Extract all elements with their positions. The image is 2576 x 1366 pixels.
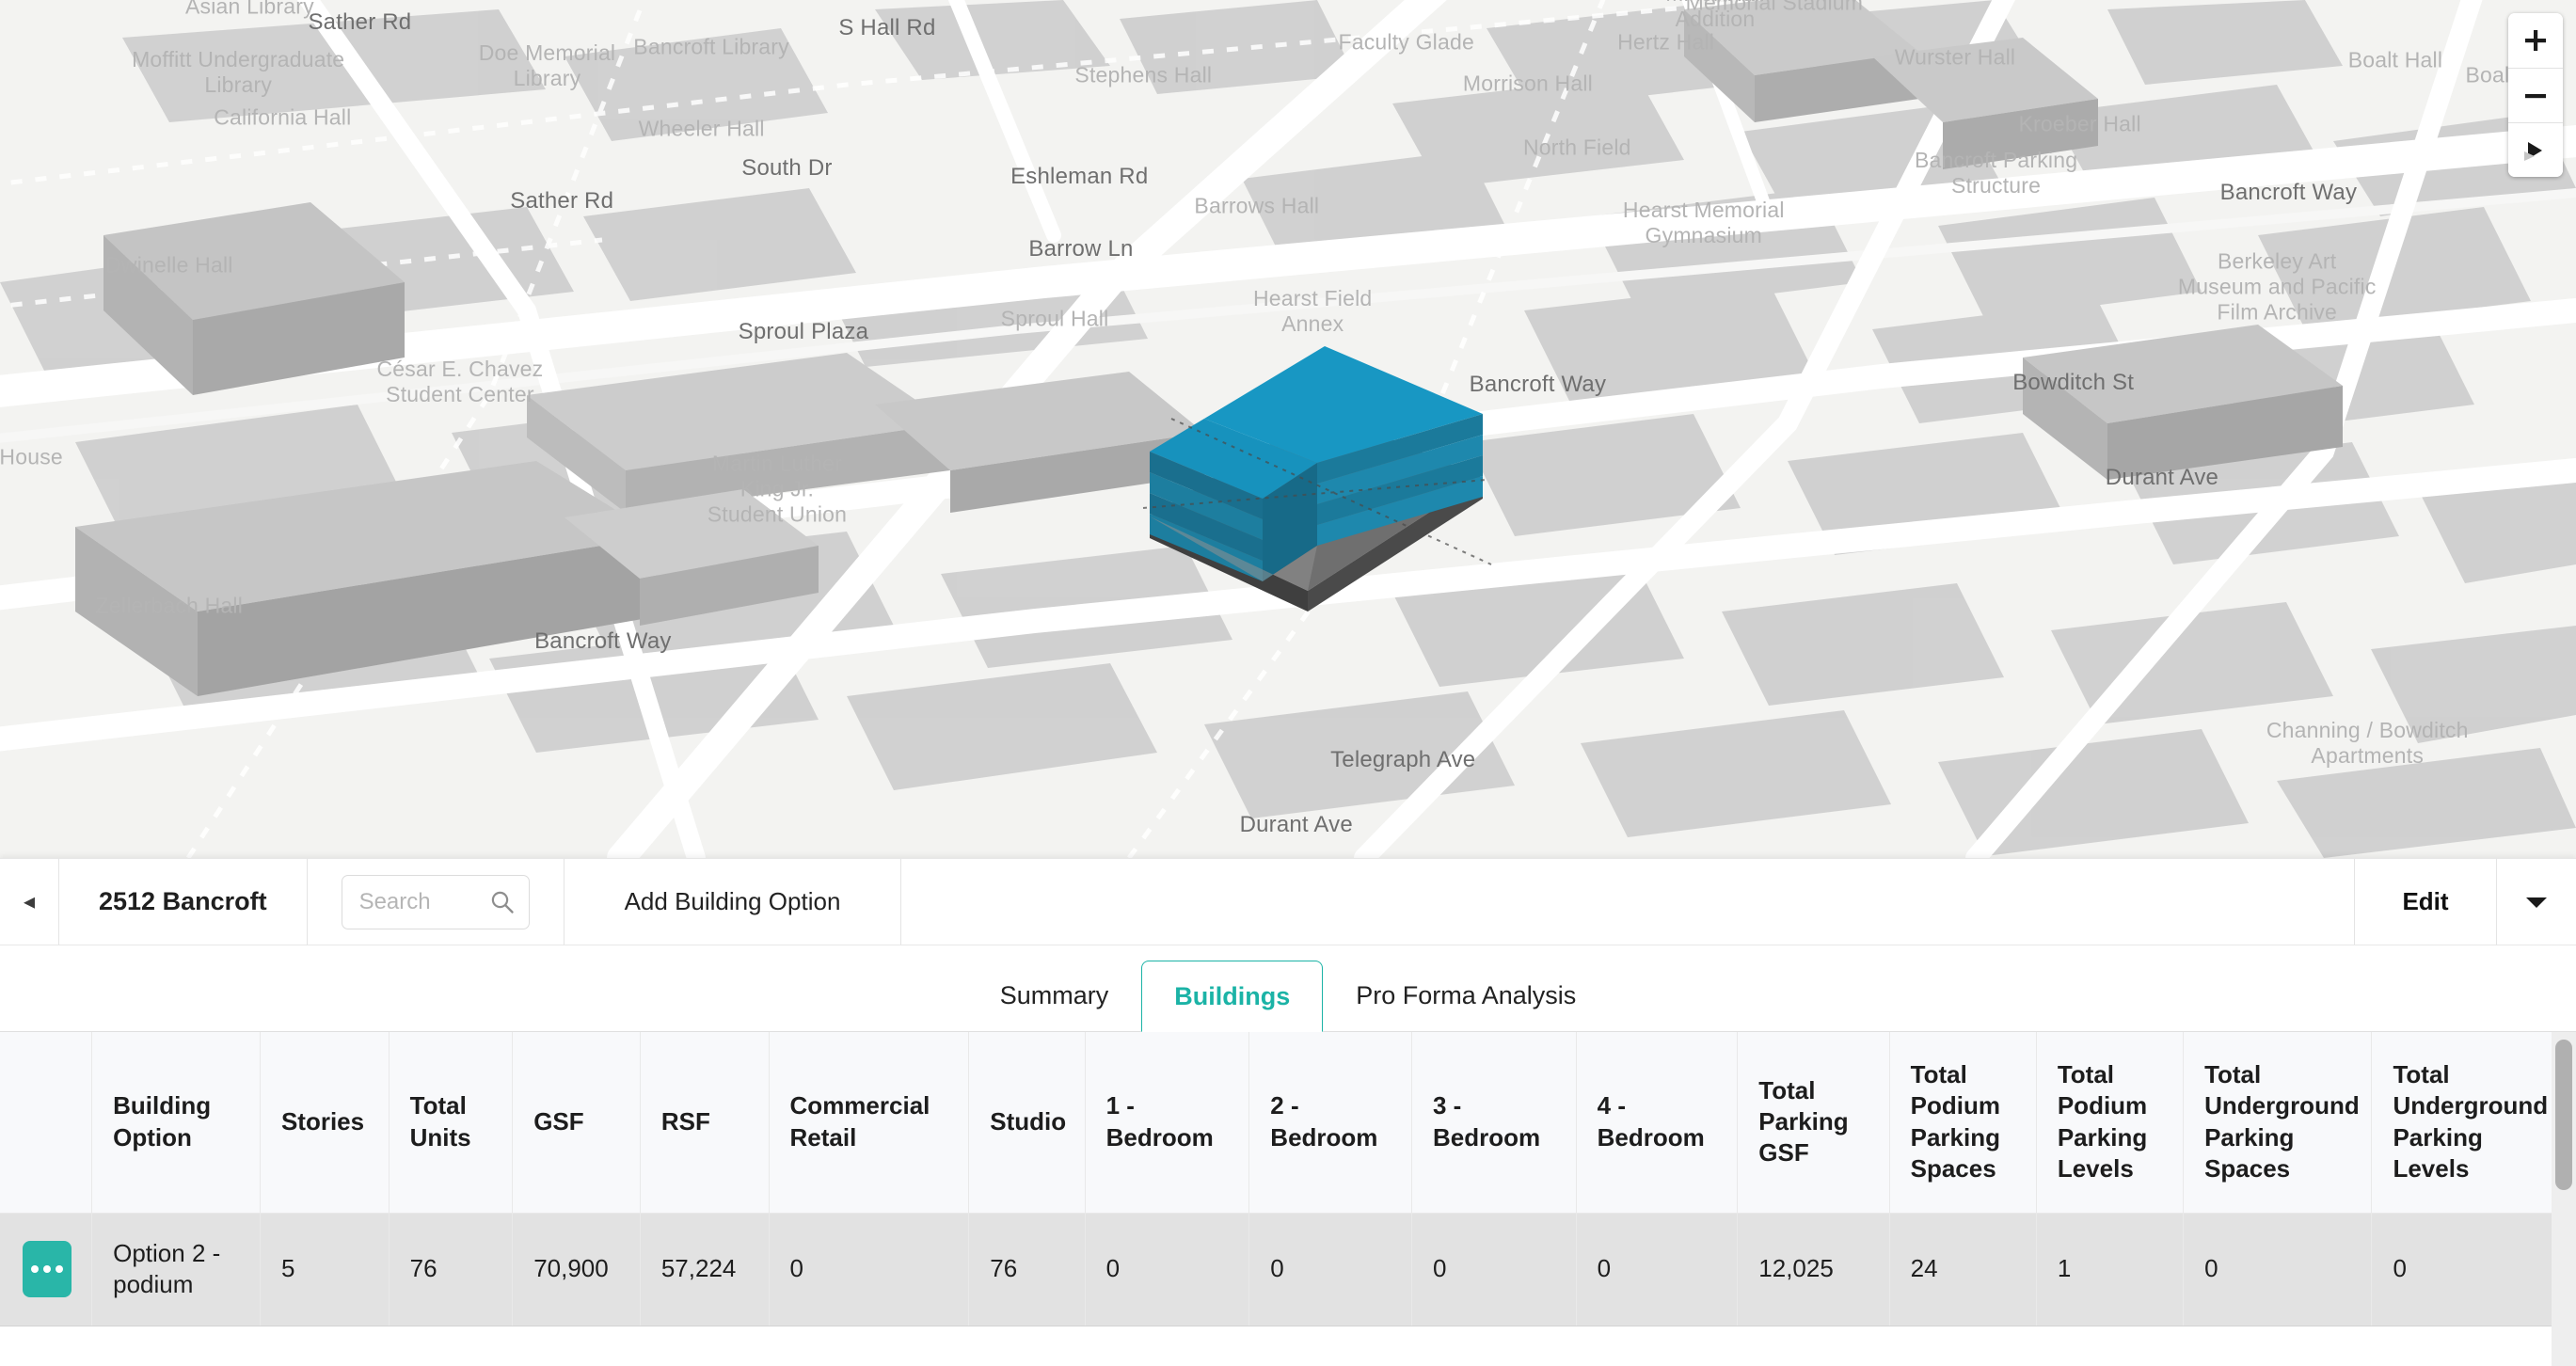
- back-chevron-icon: ◂: [23, 888, 36, 914]
- cell-total-underground-parking-spaces: 0: [2183, 1213, 2373, 1326]
- search-field-wrapper: [341, 874, 530, 929]
- column-header-3-bedroom: 3 - Bedroom: [1411, 1032, 1577, 1214]
- details-panel: ◂ 2512 Bancroft Add Building Option: [0, 858, 2576, 1366]
- tab-buildings[interactable]: Buildings: [1141, 961, 1324, 1032]
- building-table-scroll-region[interactable]: Building Option Stories Total Units GSF …: [0, 1032, 2576, 1366]
- cell-4-bedroom: 0: [1576, 1213, 1739, 1326]
- zoom-out-button[interactable]: [2508, 68, 2563, 122]
- cell-total-units: 76: [389, 1213, 514, 1326]
- column-header-4-bedroom: 4 - Bedroom: [1576, 1032, 1739, 1214]
- cell-3-bedroom: 0: [1411, 1213, 1577, 1326]
- chevron-down-icon: [2526, 897, 2547, 908]
- scrollbar-thumb[interactable]: [2555, 1040, 2572, 1190]
- tab-label: Summary: [999, 981, 1109, 1009]
- cell-gsf: 70,900: [512, 1213, 641, 1326]
- column-header-2-bedroom: 2 - Bedroom: [1248, 1032, 1412, 1214]
- add-building-option-cell: Add Building Option: [564, 859, 901, 945]
- column-header-stories: Stories: [260, 1032, 390, 1214]
- tab-summary[interactable]: Summary: [967, 960, 1142, 1031]
- column-header-actions: [0, 1032, 93, 1214]
- tab-strip: Summary Buildings Pro Forma Analysis: [0, 945, 2576, 1032]
- cell-total-underground-parking-levels: 0: [2371, 1213, 2561, 1326]
- column-header-total-underground-parking-levels: Total Underground Parking Levels: [2371, 1032, 2561, 1214]
- cell-commercial-retail: 0: [769, 1213, 970, 1326]
- edit-button[interactable]: Edit: [2402, 887, 2448, 916]
- compass-rotate-button[interactable]: [2508, 122, 2563, 177]
- add-building-option-button[interactable]: Add Building Option: [625, 887, 841, 916]
- table-body: Option 2 - podium 5 76 70,900 57,224 0 7…: [0, 1213, 2561, 1326]
- search-cell: [308, 859, 564, 945]
- map-viewport[interactable]: Asian LibraryMemorial StadiumPiedmont Av…: [0, 0, 2576, 858]
- cell-rsf: 57,224: [640, 1213, 770, 1326]
- column-header-commercial-retail: Commercial Retail: [769, 1032, 970, 1214]
- cell-2-bedroom: 0: [1248, 1213, 1412, 1326]
- ellipsis-dot: [31, 1265, 39, 1273]
- ellipsis-dot: [56, 1265, 63, 1273]
- column-header-rsf: RSF: [640, 1032, 770, 1214]
- zoom-in-button[interactable]: [2508, 13, 2563, 68]
- ellipsis-dot: [43, 1265, 51, 1273]
- application-root: Asian LibraryMemorial StadiumPiedmont Av…: [0, 0, 2576, 1366]
- project-title-cell: 2512 Bancroft: [59, 859, 307, 945]
- tab-label: Buildings: [1174, 981, 1291, 1010]
- column-header-total-units: Total Units: [389, 1032, 514, 1214]
- column-header-total-podium-parking-spaces: Total Podium Parking Spaces: [1889, 1032, 2037, 1214]
- tab-pro-forma-analysis[interactable]: Pro Forma Analysis: [1323, 960, 1609, 1031]
- page-title: 2512 Bancroft: [99, 887, 267, 915]
- cell-studio: 76: [968, 1213, 1086, 1326]
- cell-1-bedroom: 0: [1085, 1213, 1250, 1326]
- row-menu-button[interactable]: [23, 1241, 72, 1297]
- cell-stories: 5: [260, 1213, 390, 1326]
- edit-dropdown-button[interactable]: [2497, 859, 2576, 945]
- column-header-total-underground-parking-spaces: Total Underground Parking Spaces: [2183, 1032, 2373, 1214]
- column-header-total-parking-gsf: Total Parking GSF: [1737, 1032, 1890, 1214]
- search-input[interactable]: [341, 874, 530, 929]
- panel-toolbar: ◂ 2512 Bancroft Add Building Option: [0, 859, 2576, 945]
- plus-icon: [2525, 30, 2546, 51]
- column-header-gsf: GSF: [512, 1032, 641, 1214]
- cell-building-option: Option 2 - podium: [91, 1213, 261, 1326]
- column-header-total-podium-parking-levels: Total Podium Parking Levels: [2036, 1032, 2185, 1214]
- back-button[interactable]: ◂: [0, 859, 58, 945]
- cell-total-parking-gsf: 12,025: [1737, 1213, 1890, 1326]
- edit-cell: Edit: [2355, 859, 2496, 945]
- column-header-studio: Studio: [968, 1032, 1086, 1214]
- column-header-1-bedroom: 1 - Bedroom: [1085, 1032, 1250, 1214]
- tab-label: Pro Forma Analysis: [1356, 981, 1577, 1009]
- table-row[interactable]: Option 2 - podium 5 76 70,900 57,224 0 7…: [0, 1213, 2561, 1326]
- minus-icon: [2525, 93, 2546, 98]
- map-controls[interactable]: [2508, 13, 2563, 177]
- table-header: Building Option Stories Total Units GSF …: [0, 1032, 2561, 1214]
- table-vertical-scrollbar[interactable]: [2552, 1032, 2576, 1366]
- compass-icon: [2524, 141, 2542, 161]
- table-header-row: Building Option Stories Total Units GSF …: [0, 1032, 2561, 1214]
- column-header-building-option: Building Option: [91, 1032, 261, 1214]
- cell-total-podium-parking-levels: 1: [2036, 1213, 2185, 1326]
- building-options-table: Building Option Stories Total Units GSF …: [0, 1032, 2561, 1326]
- map-canvas: [0, 0, 2576, 858]
- row-actions-cell: [0, 1213, 93, 1326]
- cell-total-podium-parking-spaces: 24: [1889, 1213, 2037, 1326]
